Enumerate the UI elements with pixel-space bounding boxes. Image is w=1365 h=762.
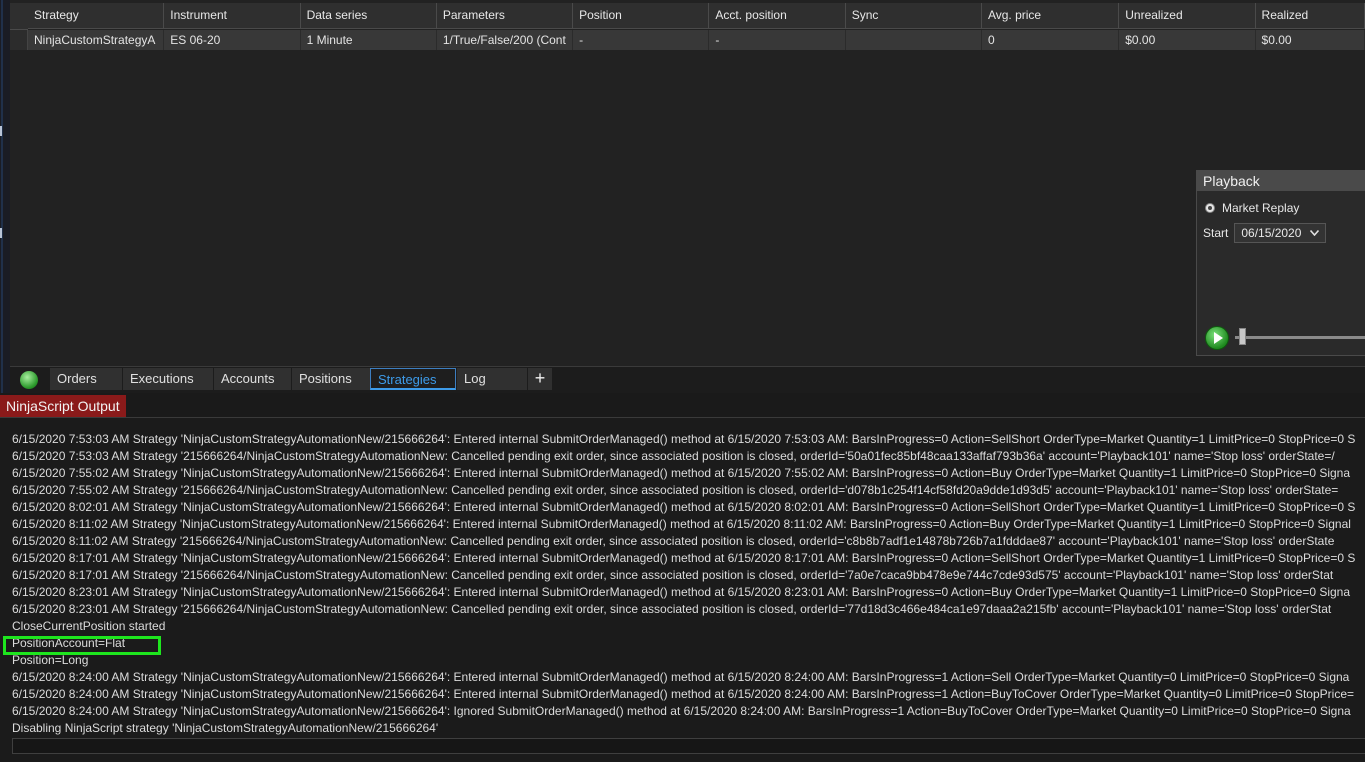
start-date-value: 06/15/2020 xyxy=(1241,226,1302,240)
output-line: 6/15/2020 8:17:01 AM Strategy '215666264… xyxy=(12,568,1334,582)
play-button[interactable] xyxy=(1205,326,1229,350)
column-header[interactable]: Position xyxy=(573,3,710,29)
output-log: 6/15/2020 7:53:03 AM Strategy 'NinjaCust… xyxy=(12,431,1365,737)
table-cell: ES 06-20 xyxy=(164,30,301,50)
strategies-grid: Strategy Instrument Data series Parameters P… xyxy=(10,0,1365,366)
market-replay-radio[interactable] xyxy=(1205,203,1215,213)
column-header[interactable]: Parameters xyxy=(436,3,574,29)
start-row: Start 06/15/2020 xyxy=(1203,223,1327,243)
ninjascript-output-tab[interactable]: NinjaScript Output xyxy=(0,395,126,417)
column-header[interactable]: Sync xyxy=(845,3,982,29)
playback-title: Playback xyxy=(1197,171,1365,191)
table-cell: 1/True/False/200 (Cont xyxy=(437,30,574,50)
playback-slider-track[interactable] xyxy=(1235,336,1365,339)
grid-header: Strategy Instrument Data series Parameters P… xyxy=(10,3,1365,30)
output-line: 6/15/2020 8:23:01 AM Strategy 'NinjaCust… xyxy=(12,585,1351,599)
output-line: 6/15/2020 8:24:00 AM Strategy 'NinjaCust… xyxy=(12,704,1351,718)
tab-executions[interactable]: Executions xyxy=(123,368,213,390)
edge-marker xyxy=(0,228,2,238)
output-input-field[interactable] xyxy=(12,738,1365,754)
output-line: PositionAccount=Flat xyxy=(12,636,126,650)
column-header[interactable]: Instrument xyxy=(164,3,301,29)
column-header[interactable]: Avg. price xyxy=(981,3,1120,29)
connection-status-icon xyxy=(20,371,38,389)
playback-slider-handle[interactable] xyxy=(1239,328,1246,345)
output-line: 6/15/2020 8:24:00 AM Strategy 'NinjaCust… xyxy=(12,670,1350,684)
chevron-down-icon xyxy=(1310,230,1320,236)
column-header[interactable]: Strategy xyxy=(28,3,165,29)
output-panel: 6/15/2020 7:53:03 AM Strategy 'NinjaCust… xyxy=(0,418,1365,762)
start-date-picker[interactable]: 06/15/2020 xyxy=(1234,223,1327,243)
output-line: CloseCurrentPosition started xyxy=(12,619,166,633)
grid-header-stub xyxy=(10,3,28,30)
column-header[interactable]: Acct. position xyxy=(709,3,846,29)
table-cell: - xyxy=(709,30,846,50)
table-row[interactable]: NinjaCustomStrategyA ES 06-20 1 Minute 1/Tr… xyxy=(28,30,1365,50)
start-label: Start xyxy=(1203,226,1229,240)
output-line: 6/15/2020 7:53:03 AM Strategy 'NinjaCust… xyxy=(12,432,1356,446)
output-line: 6/15/2020 7:55:02 AM Strategy 'NinjaCust… xyxy=(12,466,1351,480)
window-edge-line xyxy=(1,0,3,393)
table-cell: 1 Minute xyxy=(301,30,437,50)
column-header[interactable]: Data series xyxy=(300,3,437,29)
row-selector[interactable] xyxy=(10,30,28,50)
output-line: 6/15/2020 8:02:01 AM Strategy 'NinjaCust… xyxy=(12,500,1356,514)
tab-orders[interactable]: Orders xyxy=(50,368,122,390)
table-cell: NinjaCustomStrategyA xyxy=(28,30,165,50)
edge-marker xyxy=(0,126,2,136)
column-header[interactable]: Realized xyxy=(1255,3,1365,29)
play-icon xyxy=(1214,332,1223,344)
output-line: 6/15/2020 7:53:03 AM Strategy '215666264… xyxy=(12,449,1335,463)
tab-log[interactable]: Log xyxy=(457,368,527,390)
left-window-edge xyxy=(0,0,10,393)
market-replay-label: Market Replay xyxy=(1222,201,1300,215)
tab-strategies[interactable]: Strategies xyxy=(370,368,456,390)
table-cell: $0.00 xyxy=(1119,30,1256,50)
table-cell xyxy=(846,30,982,50)
tab-strip: Orders Executions Accounts Positions Str… xyxy=(10,366,1365,393)
output-tab-bar: NinjaScript Output xyxy=(0,393,1365,418)
table-cell: 0 xyxy=(982,30,1120,50)
table-cell: $0.00 xyxy=(1256,30,1365,50)
output-line: 6/15/2020 8:23:01 AM Strategy '215666264… xyxy=(12,602,1332,616)
output-line: 6/15/2020 8:11:02 AM Strategy 'NinjaCust… xyxy=(12,517,1351,531)
output-line: 6/15/2020 8:24:00 AM Strategy 'NinjaCust… xyxy=(12,687,1355,701)
table-cell: - xyxy=(573,30,710,50)
highlight-box xyxy=(3,636,161,655)
output-line: 6/15/2020 8:17:01 AM Strategy 'NinjaCust… xyxy=(12,551,1356,565)
column-header[interactable]: Unrealized xyxy=(1119,3,1256,29)
output-line: 6/15/2020 7:55:02 AM Strategy '215666264… xyxy=(12,483,1339,497)
tab-positions[interactable]: Positions xyxy=(292,368,370,390)
market-replay-option[interactable]: Market Replay xyxy=(1205,201,1299,215)
output-line: Disabling NinjaScript strategy 'NinjaCus… xyxy=(12,721,439,735)
playback-panel: Playback Market Replay Start 06/15/2020 xyxy=(1196,170,1365,356)
output-line: Position=Long xyxy=(12,653,89,667)
output-line: 6/15/2020 8:11:02 AM Strategy '215666264… xyxy=(12,534,1335,548)
add-tab-button[interactable]: + xyxy=(528,368,552,390)
tab-accounts[interactable]: Accounts xyxy=(214,368,291,390)
